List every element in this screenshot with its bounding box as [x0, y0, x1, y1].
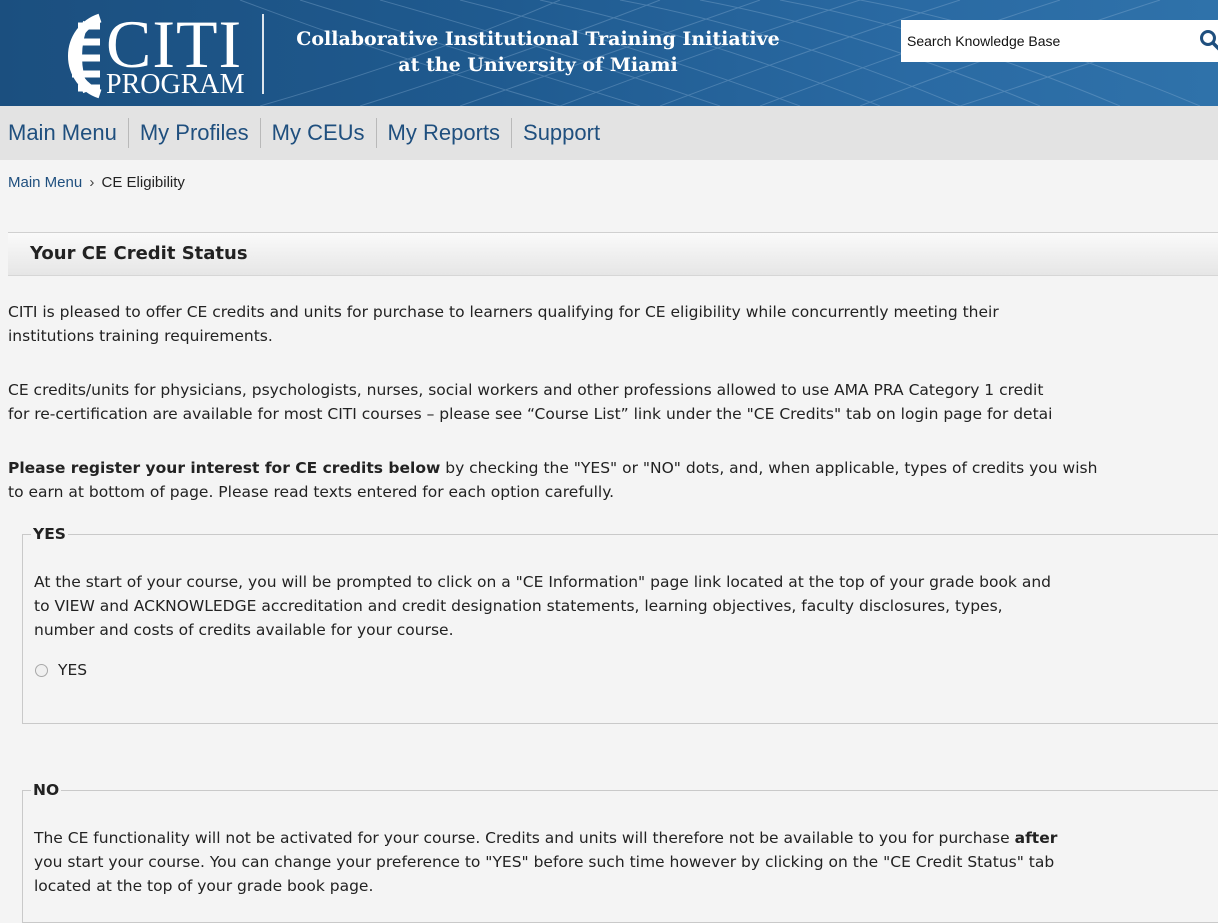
site-header: CITI PROGRAM Collaborative Institutional… [0, 0, 1218, 106]
yes-radio-option[interactable]: YES [35, 661, 87, 679]
no-description-line-1-start: The CE functionality will not be activat… [34, 829, 1015, 847]
intro-line-1: CITI is pleased to offer CE credits and … [8, 303, 999, 321]
no-option-description: The CE functionality will not be activat… [34, 826, 1214, 898]
yes-radio-label[interactable]: YES [58, 661, 87, 679]
yes-description-line-2: to VIEW and ACKNOWLEDGE accreditation an… [34, 597, 1003, 615]
breadcrumb: Main Menu › CE Eligibility [8, 174, 185, 191]
tagline-line-2: at the University of Miami [398, 54, 678, 76]
breadcrumb-separator: › [89, 174, 95, 191]
search-box [901, 20, 1218, 62]
no-description-line-1: The CE functionality will not be activat… [34, 826, 1214, 850]
instructions-bold: Please register your interest for CE cre… [8, 459, 441, 477]
yes-description-line-1: At the start of your course, you will be… [34, 573, 1051, 591]
breadcrumb-current: CE Eligibility [101, 174, 185, 191]
instructions-line-1-rest: by checking the "YES" or "NO" dots, and,… [440, 459, 1098, 477]
intro-paragraph: CITI is pleased to offer CE credits and … [8, 300, 1218, 348]
yes-option-legend: YES [33, 525, 66, 543]
no-option-legend: NO [33, 781, 60, 799]
no-description-line-2: you start your course. You can change yo… [34, 853, 1055, 871]
nav-item-support[interactable]: Support [511, 118, 611, 148]
main-navigation: Main Menu My Profiles My CEUs My Reports… [0, 106, 1218, 160]
no-option-group: NO The CE functionality will not be acti… [22, 781, 1218, 923]
logo-subtitle: PROGRAM [106, 69, 245, 100]
nav-item-my-ceus[interactable]: My CEUs [259, 118, 376, 148]
search-icon[interactable] [1199, 29, 1218, 51]
yes-radio-button[interactable] [35, 663, 48, 677]
yes-option-group: YES At the start of your course, you wil… [22, 525, 1218, 724]
yes-description-line-3: number and costs of credits available fo… [34, 621, 454, 639]
breadcrumb-link-main-menu[interactable]: Main Menu [8, 174, 82, 191]
nav-item-my-profiles[interactable]: My Profiles [127, 118, 260, 148]
instructions-paragraph: Please register your interest for CE cre… [8, 456, 1218, 504]
header-divider [262, 14, 264, 94]
instructions-line-2: to earn at bottom of page. Please read t… [8, 483, 615, 501]
yes-option-description: At the start of your course, you will be… [34, 570, 1214, 642]
panel-title: Your CE Credit Status [8, 233, 1218, 276]
instructions-line-1: Please register your interest for CE cre… [8, 456, 1218, 480]
intro-line-2: institutions training requirements. [8, 327, 273, 345]
nav-item-my-reports[interactable]: My Reports [375, 118, 511, 148]
no-description-line-3: located at the top of your grade book pa… [34, 877, 374, 895]
eligibility-paragraph: CE credits/units for physicians, psychol… [8, 378, 1218, 426]
tagline-line-1: Collaborative Institutional Training Ini… [296, 28, 780, 50]
site-tagline: Collaborative Institutional Training Ini… [270, 26, 806, 78]
eligibility-line-1: CE credits/units for physicians, psychol… [8, 381, 1044, 399]
no-description-bold: after [1014, 829, 1058, 847]
eligibility-line-2: for re-certification are available for m… [8, 405, 1053, 423]
search-input[interactable] [901, 20, 1181, 62]
citi-logo[interactable]: CITI PROGRAM [38, 4, 263, 102]
ce-credit-status-panel: Your CE Credit Status CITI is pleased to… [8, 232, 1218, 923]
nav-item-main-menu[interactable]: Main Menu [0, 118, 128, 148]
globe-icon [67, 13, 102, 99]
